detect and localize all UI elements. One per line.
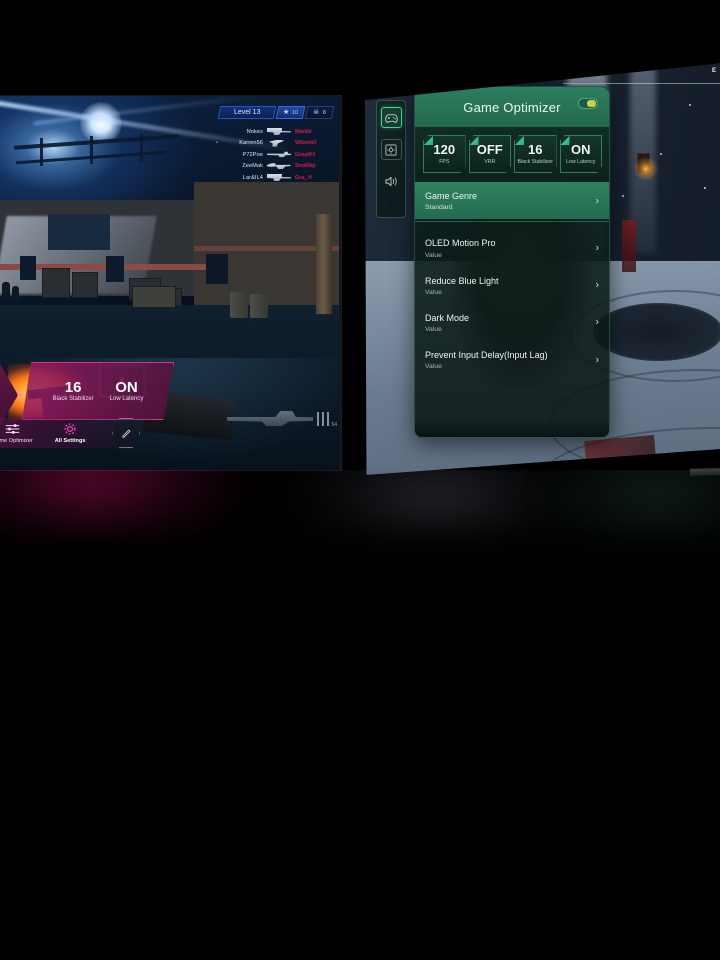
left-tv-screen: 54 Level 13 ★ 10 ☠ 8 Nokes Markkl • Karr…	[0, 96, 339, 470]
sniper-rifle-icon	[267, 151, 291, 158]
scene-crate	[72, 272, 98, 298]
all-settings-label: All Settings	[54, 437, 86, 444]
ammo-count: 54	[331, 422, 337, 428]
star-value: 10	[292, 109, 299, 116]
scene-truss	[140, 134, 143, 162]
scene-enemy	[2, 282, 10, 300]
stat-label: Black Stabilizer	[52, 396, 94, 403]
scene-barrel	[250, 294, 268, 318]
quickbar-stats: 16 Black Stabilizer ON Low Latency	[22, 362, 174, 420]
stat-value: 16	[64, 378, 82, 396]
diamond-marker-icon	[620, 62, 631, 73]
all-settings-button[interactable]: All Settings	[55, 423, 86, 444]
scene-window	[206, 254, 228, 284]
stat-value: ON	[115, 378, 138, 396]
kill-feed-row: Lar&IL4 Gra_Yi	[215, 174, 331, 181]
scene-window	[20, 256, 36, 280]
scene-container	[132, 286, 176, 308]
scene-barrel	[230, 292, 248, 318]
skull-icon: ☠	[313, 109, 320, 116]
scene-truss	[40, 138, 43, 166]
kill-feed: Nokes Markkl • Karren56 Wilsom0 P72Poe G…	[215, 128, 331, 181]
victim-name: Gra_Yi	[295, 174, 313, 181]
kill-feed-row: P72Poe GreatKil	[215, 151, 331, 158]
killer-name: ZeeMak	[242, 163, 263, 169]
scene-crate	[42, 268, 70, 298]
kill-marker: •	[216, 140, 218, 146]
quickbar-stat[interactable]: ON Low Latency	[109, 378, 144, 403]
killer-name: Karren56	[239, 140, 263, 146]
scene-pillar	[316, 214, 332, 314]
skull-value: 8	[322, 109, 326, 116]
match-hud: Level 13 ★ 10 ☠ 8	[217, 106, 335, 119]
reflection-fade	[0, 470, 720, 565]
victim-name: GreatKil	[295, 151, 316, 158]
scene-enemy	[12, 286, 19, 300]
level-badge: Level 13	[217, 106, 277, 119]
floor-reflection	[0, 470, 720, 565]
star-score-chip: ★ 10	[275, 106, 306, 119]
pistol-icon	[267, 128, 291, 135]
promo-stage: 54 Level 13 ★ 10 ☠ 8 Nokes Markkl • Karr…	[0, 0, 720, 960]
stat-label: Low Latency	[109, 396, 144, 403]
kill-feed-row: Nokes Markkl	[215, 128, 331, 135]
game-optimizer-quickbar: FPS ❯ 16 Black Stabilizer ON Low Latency	[0, 360, 184, 448]
victim-name: Wilsom0	[295, 140, 317, 146]
left-tv-panel: 54 Level 13 ★ 10 ☠ 8 Nokes Markkl • Karr…	[0, 96, 341, 470]
gear-icon	[55, 423, 86, 436]
victim-name: SnoMkp	[295, 163, 316, 169]
killer-name: P72Poe	[242, 151, 263, 158]
killer-name: Nokes	[246, 128, 263, 135]
kill-feed-row: ZeeMak SnoMkp	[215, 163, 331, 170]
scene-window	[48, 214, 110, 250]
assault-rifle-icon	[267, 163, 291, 169]
pistol-icon	[267, 174, 291, 181]
knife-icon	[268, 139, 285, 147]
killer-name: Lar&IL4	[242, 174, 263, 181]
victim-name: Markkl	[295, 128, 312, 135]
star-icon: ★	[282, 109, 290, 116]
quickbar-stat[interactable]: 16 Black Stabilizer	[52, 378, 94, 403]
right-tv-panel: E Game Optimizer 120 FPS OFF VRR 16 Blac…	[364, 62, 720, 475]
ammo-bars-icon	[317, 412, 331, 426]
level-label: Level 13	[233, 109, 261, 116]
sliders-icon	[0, 423, 33, 436]
right-tv-bezel	[365, 62, 720, 475]
kill-feed-row: • Karren56 Wilsom0	[215, 139, 331, 147]
game-optimizer-label: Game Optimizer	[0, 437, 33, 444]
kill-score-chip: ☠ 8	[304, 106, 335, 119]
scene-truss	[90, 136, 93, 164]
chevron-right-icon[interactable]: ❯	[16, 390, 23, 399]
game-optimizer-button[interactable]: Game Optimizer	[0, 423, 33, 444]
scene-window	[106, 256, 124, 282]
